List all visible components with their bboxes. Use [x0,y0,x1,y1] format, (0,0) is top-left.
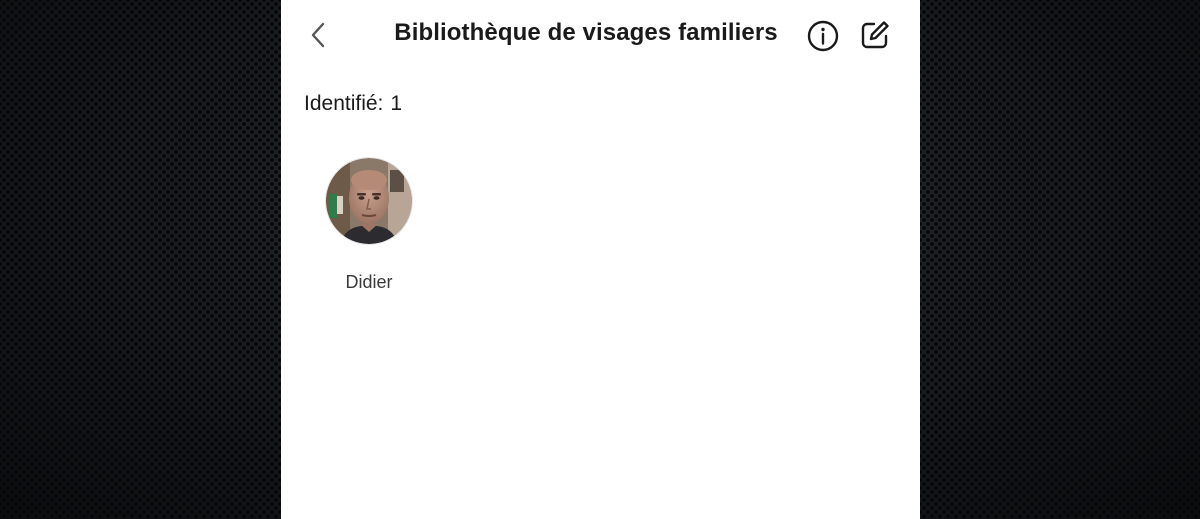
face-photo [326,158,412,244]
identified-label: Identifié: [304,92,384,115]
avatar [326,158,412,244]
info-circle-icon [807,20,839,52]
info-button[interactable] [805,18,841,54]
face-card[interactable]: Didier [316,158,422,293]
page-title: Bibliothèque de visages familiers [394,19,778,46]
navigation-bar: Bibliothèque de visages familiers [281,0,920,70]
identified-count: Identifié: 1 [304,92,402,116]
edit-square-icon [861,21,889,49]
chevron-left-icon [311,22,325,48]
face-name: Didier [345,272,393,292]
identified-value: 1 [390,92,403,115]
backdrop-left [0,0,281,519]
phone-screen: Bibliothèque de visages familiers Identi… [281,0,920,519]
back-button[interactable] [303,18,333,52]
edit-button[interactable] [857,17,893,53]
backdrop-right [920,0,1200,519]
